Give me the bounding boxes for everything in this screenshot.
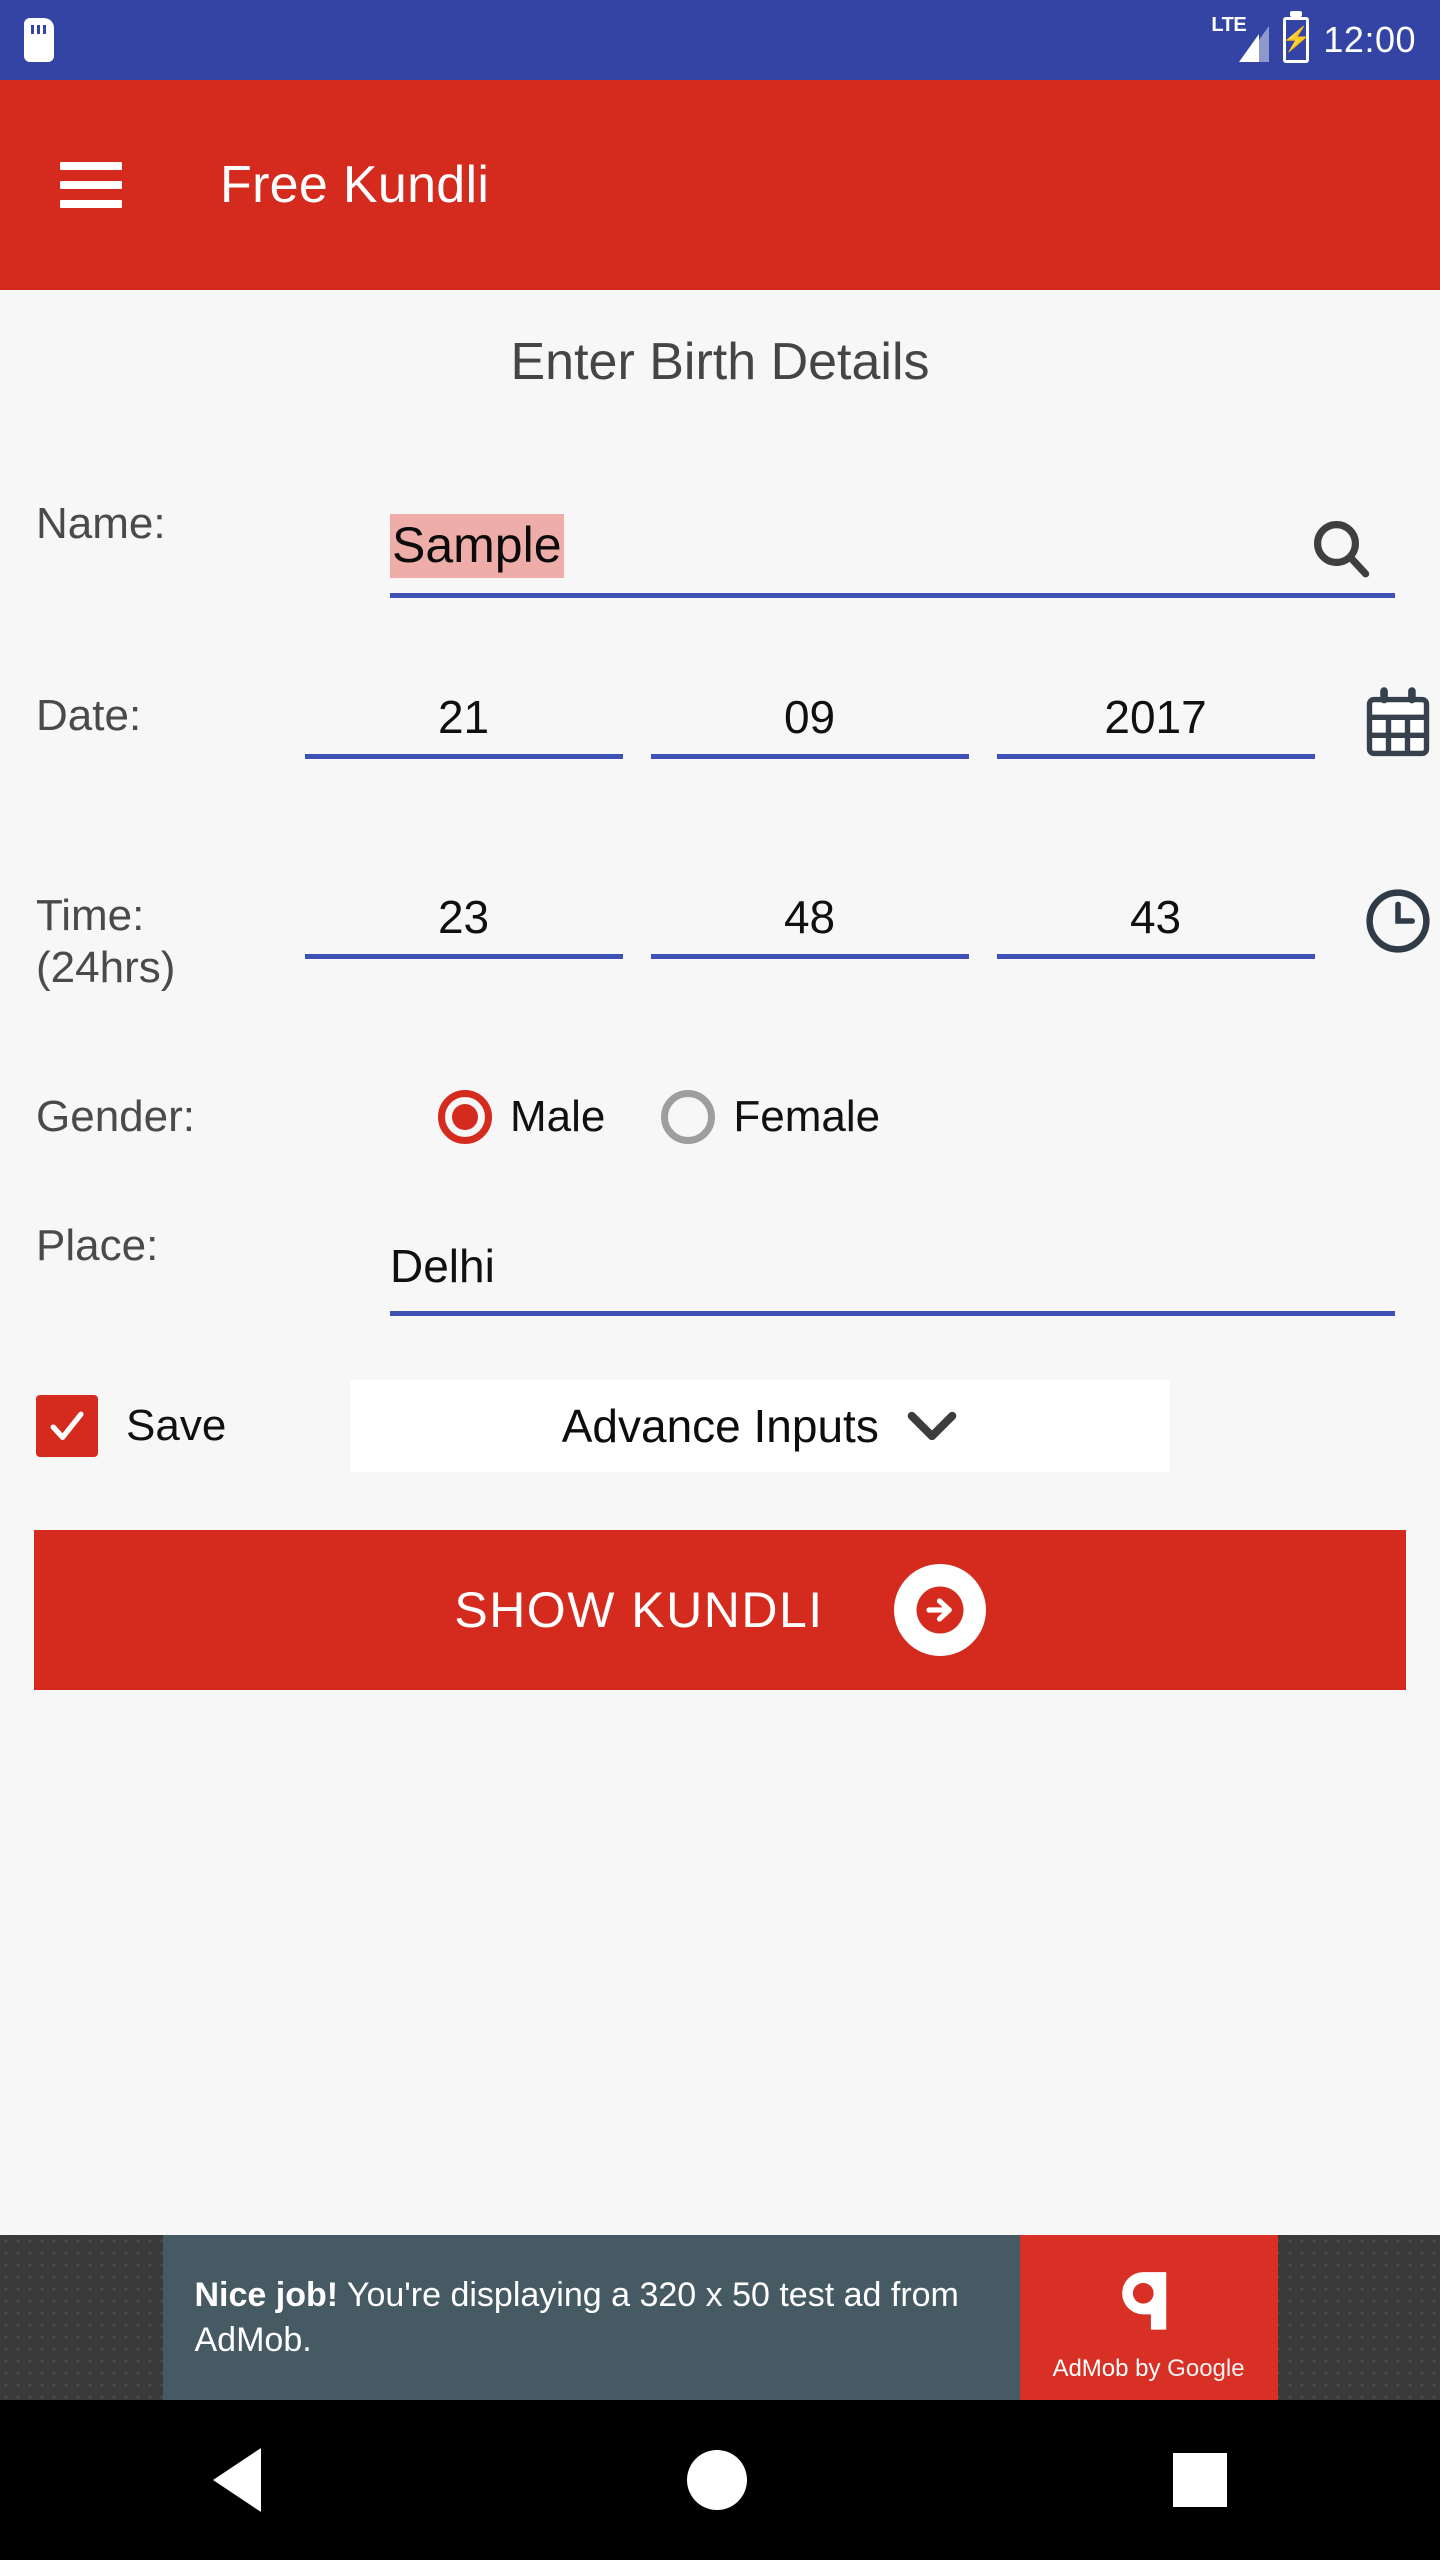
recents-square-icon[interactable]: [1173, 2453, 1227, 2507]
phone-screen: LTE ⚡ 12:00 Free Kundli Enter Birth Deta…: [0, 0, 1440, 2560]
ad-copy: Nice job! You're displaying a 320 x 50 t…: [195, 2273, 988, 2361]
charging-bolt-icon: ⚡: [1281, 26, 1312, 53]
gender-option-female[interactable]: Female: [661, 1090, 880, 1144]
save-checkbox-group[interactable]: Save: [0, 1395, 226, 1457]
place-label: Place:: [36, 1221, 159, 1270]
ad-headline: Nice job!: [194, 2276, 339, 2315]
page-title: Enter Birth Details: [510, 333, 930, 391]
time-label: Time:: [36, 891, 145, 940]
signal-bars-filled: [1239, 34, 1260, 62]
ad-text: Nice job! You're displaying a 320 x 50 t…: [162, 2235, 1020, 2400]
arrow-right-circle-icon: [893, 1564, 986, 1656]
hamburger-bar-1: [60, 162, 122, 170]
status-bar: LTE ⚡ 12:00: [0, 0, 1440, 80]
admob-brand-prefix: AdMob by: [1052, 2354, 1168, 2382]
radio-male-icon: [438, 1090, 492, 1144]
place-input[interactable]: Delhi: [390, 1220, 1395, 1316]
admob-mark: [1121, 2271, 1166, 2330]
gender-options: Male Female: [390, 1090, 880, 1144]
time-sublabel: (24hrs): [36, 942, 176, 992]
radio-female-icon: [661, 1090, 716, 1144]
time-minute-input[interactable]: 48: [650, 890, 969, 959]
status-bar-clock: 12:00: [1323, 19, 1416, 60]
time-row: Time: (24hrs) 23 48 43: [0, 889, 1440, 994]
save-checkbox[interactable]: [36, 1395, 98, 1457]
search-icon[interactable]: [1286, 498, 1396, 598]
save-label: Save: [126, 1401, 227, 1450]
place-row: Place: Delhi: [0, 1220, 1440, 1316]
date-fields: 21 09 2017: [304, 690, 1315, 759]
status-bar-left: [24, 18, 54, 62]
back-triangle-icon[interactable]: [213, 2448, 261, 2512]
hamburger-bar-2: [60, 181, 122, 189]
android-nav-bar: [0, 2400, 1440, 2560]
gender-male-label: Male: [510, 1092, 606, 1141]
ad-banner-inner: Nice job! You're displaying a 320 x 50 t…: [162, 2235, 1278, 2400]
name-input[interactable]: Sample: [390, 498, 1395, 598]
hamburger-menu-icon[interactable]: [60, 162, 122, 208]
gender-option-male[interactable]: Male: [438, 1090, 605, 1144]
place-input-value: Delhi: [390, 1239, 495, 1292]
gender-female-label: Female: [733, 1092, 881, 1141]
hamburger-bar-3: [60, 200, 122, 208]
name-row: Name: Sample: [0, 498, 1440, 598]
name-input-wrap: Sample: [390, 498, 1395, 598]
date-day-input[interactable]: 21: [304, 690, 623, 759]
time-fields: 23 48 43: [304, 890, 1315, 959]
show-kundli-button[interactable]: SHOW KUNDLI: [34, 1530, 1406, 1690]
gender-label: Gender:: [36, 1092, 195, 1142]
clock-icon[interactable]: [1357, 884, 1440, 958]
advance-inputs-dropdown[interactable]: Advance Inputs: [350, 1380, 1171, 1472]
admob-logo-icon: AdMob by Google: [1019, 2235, 1278, 2400]
battery-charging-icon: ⚡: [1281, 17, 1312, 63]
chevron-down-icon: [907, 1411, 957, 1441]
admob-glyph: [1103, 2253, 1195, 2345]
ad-banner[interactable]: Nice job! You're displaying a 320 x 50 t…: [0, 2235, 1440, 2400]
form-content: Enter Birth Details Name: Sample Date: 2…: [0, 290, 1440, 2240]
signal-bars-icon: LTE: [1211, 14, 1270, 64]
gender-row: Gender: Male Female: [0, 1090, 1440, 1144]
advance-inputs-label: Advance Inputs: [561, 1400, 879, 1452]
app-bar: Free Kundli: [0, 80, 1440, 290]
show-kundli-label: SHOW KUNDLI: [454, 1582, 824, 1638]
home-circle-icon[interactable]: [687, 2450, 747, 2510]
time-label-group: Time: (24hrs): [0, 890, 305, 994]
date-label: Date:: [36, 691, 142, 740]
date-month-input[interactable]: 09: [650, 690, 969, 759]
time-hour-input[interactable]: 23: [304, 890, 623, 959]
sim-card-icon: [24, 18, 54, 62]
name-label: Name:: [36, 499, 166, 548]
date-year-input[interactable]: 2017: [996, 690, 1315, 759]
time-second-input[interactable]: 43: [996, 890, 1315, 959]
date-row: Date: 21 09 2017: [0, 687, 1440, 762]
admob-brand-suffix: Google: [1167, 2354, 1245, 2382]
calendar-icon[interactable]: [1357, 684, 1440, 762]
place-input-wrap: Delhi: [390, 1220, 1395, 1316]
status-bar-right: LTE ⚡ 12:00: [1211, 14, 1416, 64]
checkmark-icon: [50, 1411, 84, 1441]
save-advance-row: Save Advance Inputs: [0, 1380, 1440, 1472]
name-input-value: Sample: [390, 513, 564, 578]
arrow-right-glyph: [916, 1586, 964, 1634]
radio-male-dot: [452, 1104, 478, 1130]
admob-brand-text: AdMob by Google: [1052, 2355, 1244, 2383]
app-title: Free Kundli: [220, 156, 490, 214]
